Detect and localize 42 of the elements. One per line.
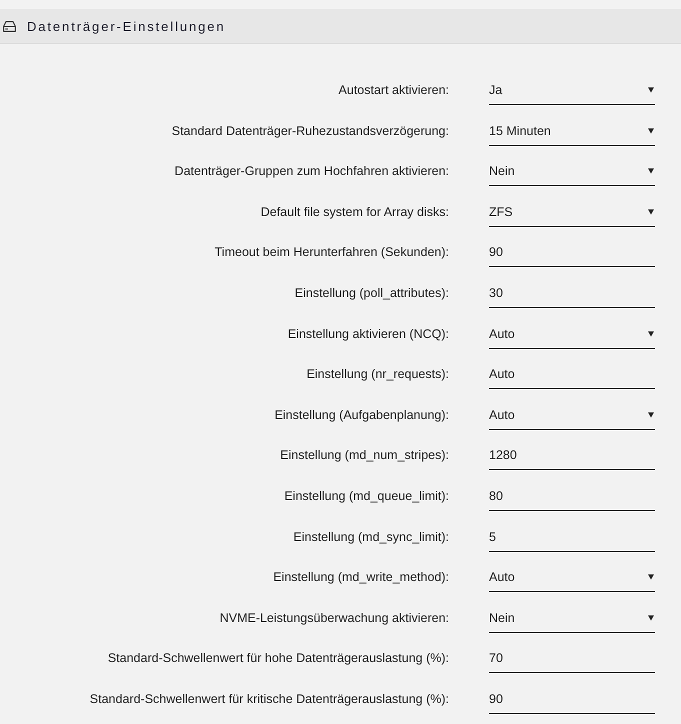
text-field[interactable]: 30: [489, 278, 655, 308]
text-field[interactable]: 80: [489, 482, 655, 511]
text-field[interactable]: 1280: [489, 441, 655, 470]
dropdown[interactable]: Auto: [489, 563, 655, 592]
caret-icon: [648, 168, 654, 174]
setting-label: Timeout beim Herunterfahren (Sekunden):: [214, 244, 449, 260]
dropdown[interactable]: 15 Minuten: [489, 116, 655, 146]
text-field[interactable]: 90: [489, 238, 655, 268]
setting-label: Einstellung (Aufgabenplanung):: [274, 406, 449, 423]
setting-label: Einstellung (md_write_method):: [273, 569, 449, 586]
dropdown[interactable]: Nein: [489, 157, 655, 186]
setting-label: Datenträger-Gruppen zum Hochfahren aktivieren:: [174, 163, 449, 180]
caret-icon: [648, 208, 654, 215]
setting-label: Autostart aktivieren:: [338, 82, 449, 98]
dropdown[interactable]: ZFS: [489, 198, 655, 227]
setting-label: Standard-Schwellenwert für kritische Datenträgerauslastung (%):: [90, 690, 449, 707]
text-field[interactable]: 70: [489, 644, 655, 674]
section-title: Datenträger-Einstellungen: [27, 18, 226, 34]
setting-label: Default file system for Array disks:: [260, 204, 449, 220]
dropdown[interactable]: Auto: [489, 320, 655, 349]
dropdown[interactable]: Ja: [489, 76, 655, 105]
caret-icon: [648, 87, 654, 93]
text-field[interactable]: 5: [489, 522, 655, 552]
setting-label: Einstellung (poll_attributes):: [294, 284, 449, 301]
dropdown[interactable]: Nein: [489, 604, 655, 633]
setting-label: Einstellung (md_queue_limit):: [284, 488, 449, 504]
caret-icon: [648, 330, 654, 337]
setting-label: Einstellung (md_num_stripes):: [280, 447, 449, 464]
setting-label: Einstellung (md_sync_limit):: [293, 528, 449, 545]
setting-label: Einstellung aktivieren (NCQ):: [288, 326, 449, 342]
caret-icon: [648, 574, 654, 580]
text-field[interactable]: Auto: [489, 360, 655, 390]
hard-drive-icon: [3, 20, 16, 32]
setting-label: NVME-Leistungsüberwachung aktivieren:: [220, 610, 449, 626]
setting-label: Standard-Schwellenwert für hohe Datenträgerauslastung (%):: [108, 650, 449, 666]
caret-icon: [648, 614, 654, 621]
caret-icon: [648, 412, 654, 418]
setting-label: Einstellung (nr_requests):: [306, 366, 449, 382]
dropdown[interactable]: Auto: [489, 400, 655, 430]
caret-icon: [648, 128, 654, 134]
setting-label: Standard Datenträger-Ruhezustandsverzögerung:: [172, 122, 449, 139]
text-field[interactable]: 90: [489, 684, 655, 714]
